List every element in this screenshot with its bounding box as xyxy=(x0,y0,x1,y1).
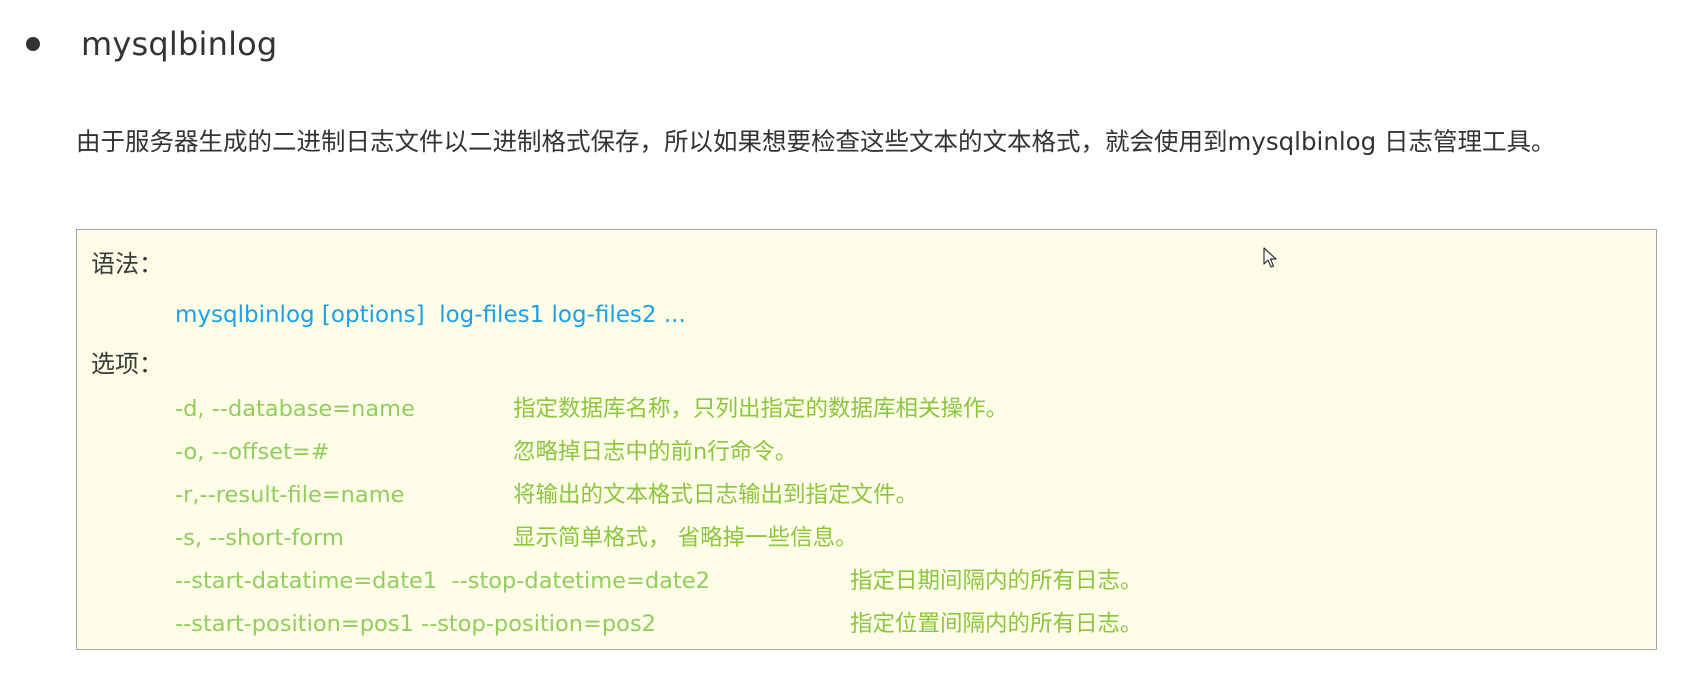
section-title: mysqlbinlog xyxy=(81,25,278,63)
option-description: 指定日期间隔内的所有日志。 xyxy=(850,568,1143,594)
option-description: 忽略掉日志中的前n行命令。 xyxy=(513,439,798,465)
option-flag: --start-position=pos1 --stop-position=po… xyxy=(175,611,656,637)
mouse-pointer-icon xyxy=(1263,247,1277,268)
description-paragraph: 由于服务器生成的二进制日志文件以二进制格式保存，所以如果想要检查这些文本的文本格… xyxy=(76,127,1556,156)
option-description: 将输出的文本格式日志输出到指定文件。 xyxy=(513,482,919,508)
option-flag: -r,--result-file=name xyxy=(175,482,405,508)
syntax-label: 语法： xyxy=(91,250,163,278)
option-flag: -o, --offset=# xyxy=(175,439,330,465)
option-description: 指定数据库名称，只列出指定的数据库相关操作。 xyxy=(513,396,1009,422)
option-flag: -s, --short-form xyxy=(175,525,344,551)
bullet-icon xyxy=(26,37,40,51)
option-flag: --start-datatime=date1 --stop-datetime=d… xyxy=(175,568,710,594)
option-description: 指定位置间隔内的所有日志。 xyxy=(850,611,1143,637)
syntax-command: mysqlbinlog [options] log-files1 log-fil… xyxy=(175,302,686,328)
option-description: 显示简单格式， 省略掉一些信息。 xyxy=(513,525,858,551)
option-flag: -d, --database=name xyxy=(175,396,415,422)
options-label: 选项： xyxy=(91,350,163,378)
